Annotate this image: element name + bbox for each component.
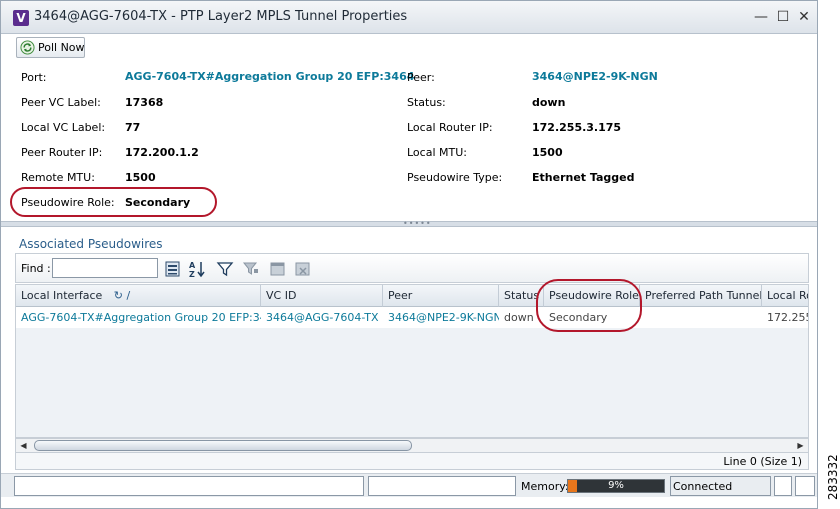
pseudowire-role-value: Secondary [125, 196, 191, 209]
pseudowire-type-label: Pseudowire Type: [407, 171, 503, 184]
local-vc-label-label: Local VC Label: [21, 121, 106, 134]
associated-pseudowires-title: Associated Pseudowires [19, 237, 163, 251]
cell-status: down [504, 311, 534, 324]
status-cell-extra-2 [795, 476, 815, 496]
properties-panel: Port: AGG-7604-TX#Aggregation Group 20 E… [1, 62, 817, 222]
pseudowires-table: Local Interface ↻ / VC ID Peer Status Ps… [15, 284, 809, 438]
table-empty-area [16, 328, 808, 437]
peer-router-ip-label: Peer Router IP: [21, 146, 103, 159]
svg-text:A: A [189, 261, 196, 270]
cell-peer-link[interactable]: 3464@NPE2-9K-NGN [383, 308, 499, 328]
horizontal-scrollbar[interactable]: ◀ ▶ [15, 438, 809, 453]
memory-progress-bar: 9% [567, 479, 665, 493]
sort-az-icon[interactable]: A Z [188, 260, 206, 278]
figure-id-text: 283332 [826, 454, 840, 500]
scrollbar-thumb[interactable] [34, 440, 412, 451]
filter-icon[interactable] [216, 260, 234, 278]
port-label: Port: [21, 71, 47, 84]
export-table-icon[interactable] [164, 260, 182, 278]
pseudowire-type-value: Ethernet Tagged [532, 171, 635, 184]
local-vc-label-value: 77 [125, 121, 141, 134]
close-button[interactable]: ✕ [796, 9, 812, 25]
splitter-grip-icon: ••••• [403, 219, 432, 228]
status-cell-extra-1 [774, 476, 792, 496]
local-mtu-value: 1500 [532, 146, 563, 159]
remote-mtu-label: Remote MTU: [21, 171, 95, 184]
minimize-button[interactable]: — [753, 9, 769, 25]
poll-now-button[interactable]: Poll Now [16, 37, 85, 58]
cell-preferred-path-tunnel [640, 308, 762, 328]
find-input[interactable] [52, 258, 158, 278]
scroll-left-icon[interactable]: ◀ [17, 440, 30, 452]
peer-vc-label-value: 17368 [125, 96, 164, 109]
peer-vc-label-label: Peer VC Label: [21, 96, 101, 109]
poll-now-label: Poll Now [38, 41, 85, 54]
memory-label: Memory: [521, 480, 569, 493]
table-toolbar: Find : A Z [15, 253, 809, 283]
clear-filter-icon[interactable] [294, 260, 312, 278]
advanced-filter-icon[interactable] [242, 260, 260, 278]
status-value: down [532, 96, 566, 109]
find-label: Find : [21, 262, 51, 275]
port-value-link[interactable]: AGG-7604-TX#Aggregation Group 20 EFP:346… [125, 70, 414, 83]
column-header-pseudowire-role[interactable]: Pseudowire Role [544, 285, 640, 307]
remote-mtu-value: 1500 [125, 171, 156, 184]
cell-vc-id-link[interactable]: 3464@AGG-7604-TX [261, 308, 383, 328]
cell-pseudowire-role: Secondary [549, 311, 608, 324]
scroll-right-icon[interactable]: ▶ [794, 440, 807, 452]
sort-indicator-icon: ↻ / [113, 289, 131, 302]
maximize-button[interactable]: ☐ [775, 9, 791, 25]
properties-window: V 3464@AGG-7604-TX - PTP Layer2 MPLS Tun… [0, 0, 818, 509]
peer-label: Peer: [407, 71, 435, 84]
column-header-local-router[interactable]: Local Ro [762, 285, 808, 307]
edit-columns-icon[interactable] [269, 260, 287, 278]
local-mtu-label: Local MTU: [407, 146, 467, 159]
column-header-status[interactable]: Status [499, 285, 544, 307]
refresh-icon [20, 40, 35, 55]
column-header-vc-id[interactable]: VC ID [261, 285, 383, 307]
cell-local-interface-link[interactable]: AGG-7604-TX#Aggregation Group 20 EFP:346… [16, 308, 261, 328]
peer-value-link[interactable]: 3464@NPE2-9K-NGN [532, 70, 658, 83]
peer-router-ip-value: 172.200.1.2 [125, 146, 199, 159]
memory-percent-text: 9% [608, 480, 624, 491]
app-logo-icon: V [13, 10, 29, 26]
status-cell-info [368, 476, 516, 496]
status-cell-message [14, 476, 364, 496]
table-footer: Line 0 (Size 1) [15, 453, 809, 470]
cell-local-router: 172.255 [767, 311, 809, 324]
line-count-text: Line 0 (Size 1) [723, 455, 802, 468]
panel-splitter[interactable]: ••••• [1, 219, 817, 228]
title-bar[interactable]: V 3464@AGG-7604-TX - PTP Layer2 MPLS Tun… [1, 1, 817, 34]
column-header-preferred-path-tunnel[interactable]: Preferred Path Tunnel [640, 285, 762, 307]
status-label: Status: [407, 96, 446, 109]
toolbar: Poll Now [1, 34, 817, 62]
local-router-ip-value: 172.255.3.175 [532, 121, 622, 134]
pseudowire-role-label: Pseudowire Role: [21, 196, 115, 209]
local-router-ip-label: Local Router IP: [407, 121, 493, 134]
svg-text:Z: Z [189, 270, 195, 278]
status-bar: Memory: 9% Connected [1, 473, 817, 497]
column-header-local-interface[interactable]: Local Interface ↻ / [16, 285, 261, 307]
connection-status: Connected [673, 480, 733, 493]
column-header-peer[interactable]: Peer [383, 285, 499, 307]
window-title: 3464@AGG-7604-TX - PTP Layer2 MPLS Tunne… [34, 9, 408, 24]
